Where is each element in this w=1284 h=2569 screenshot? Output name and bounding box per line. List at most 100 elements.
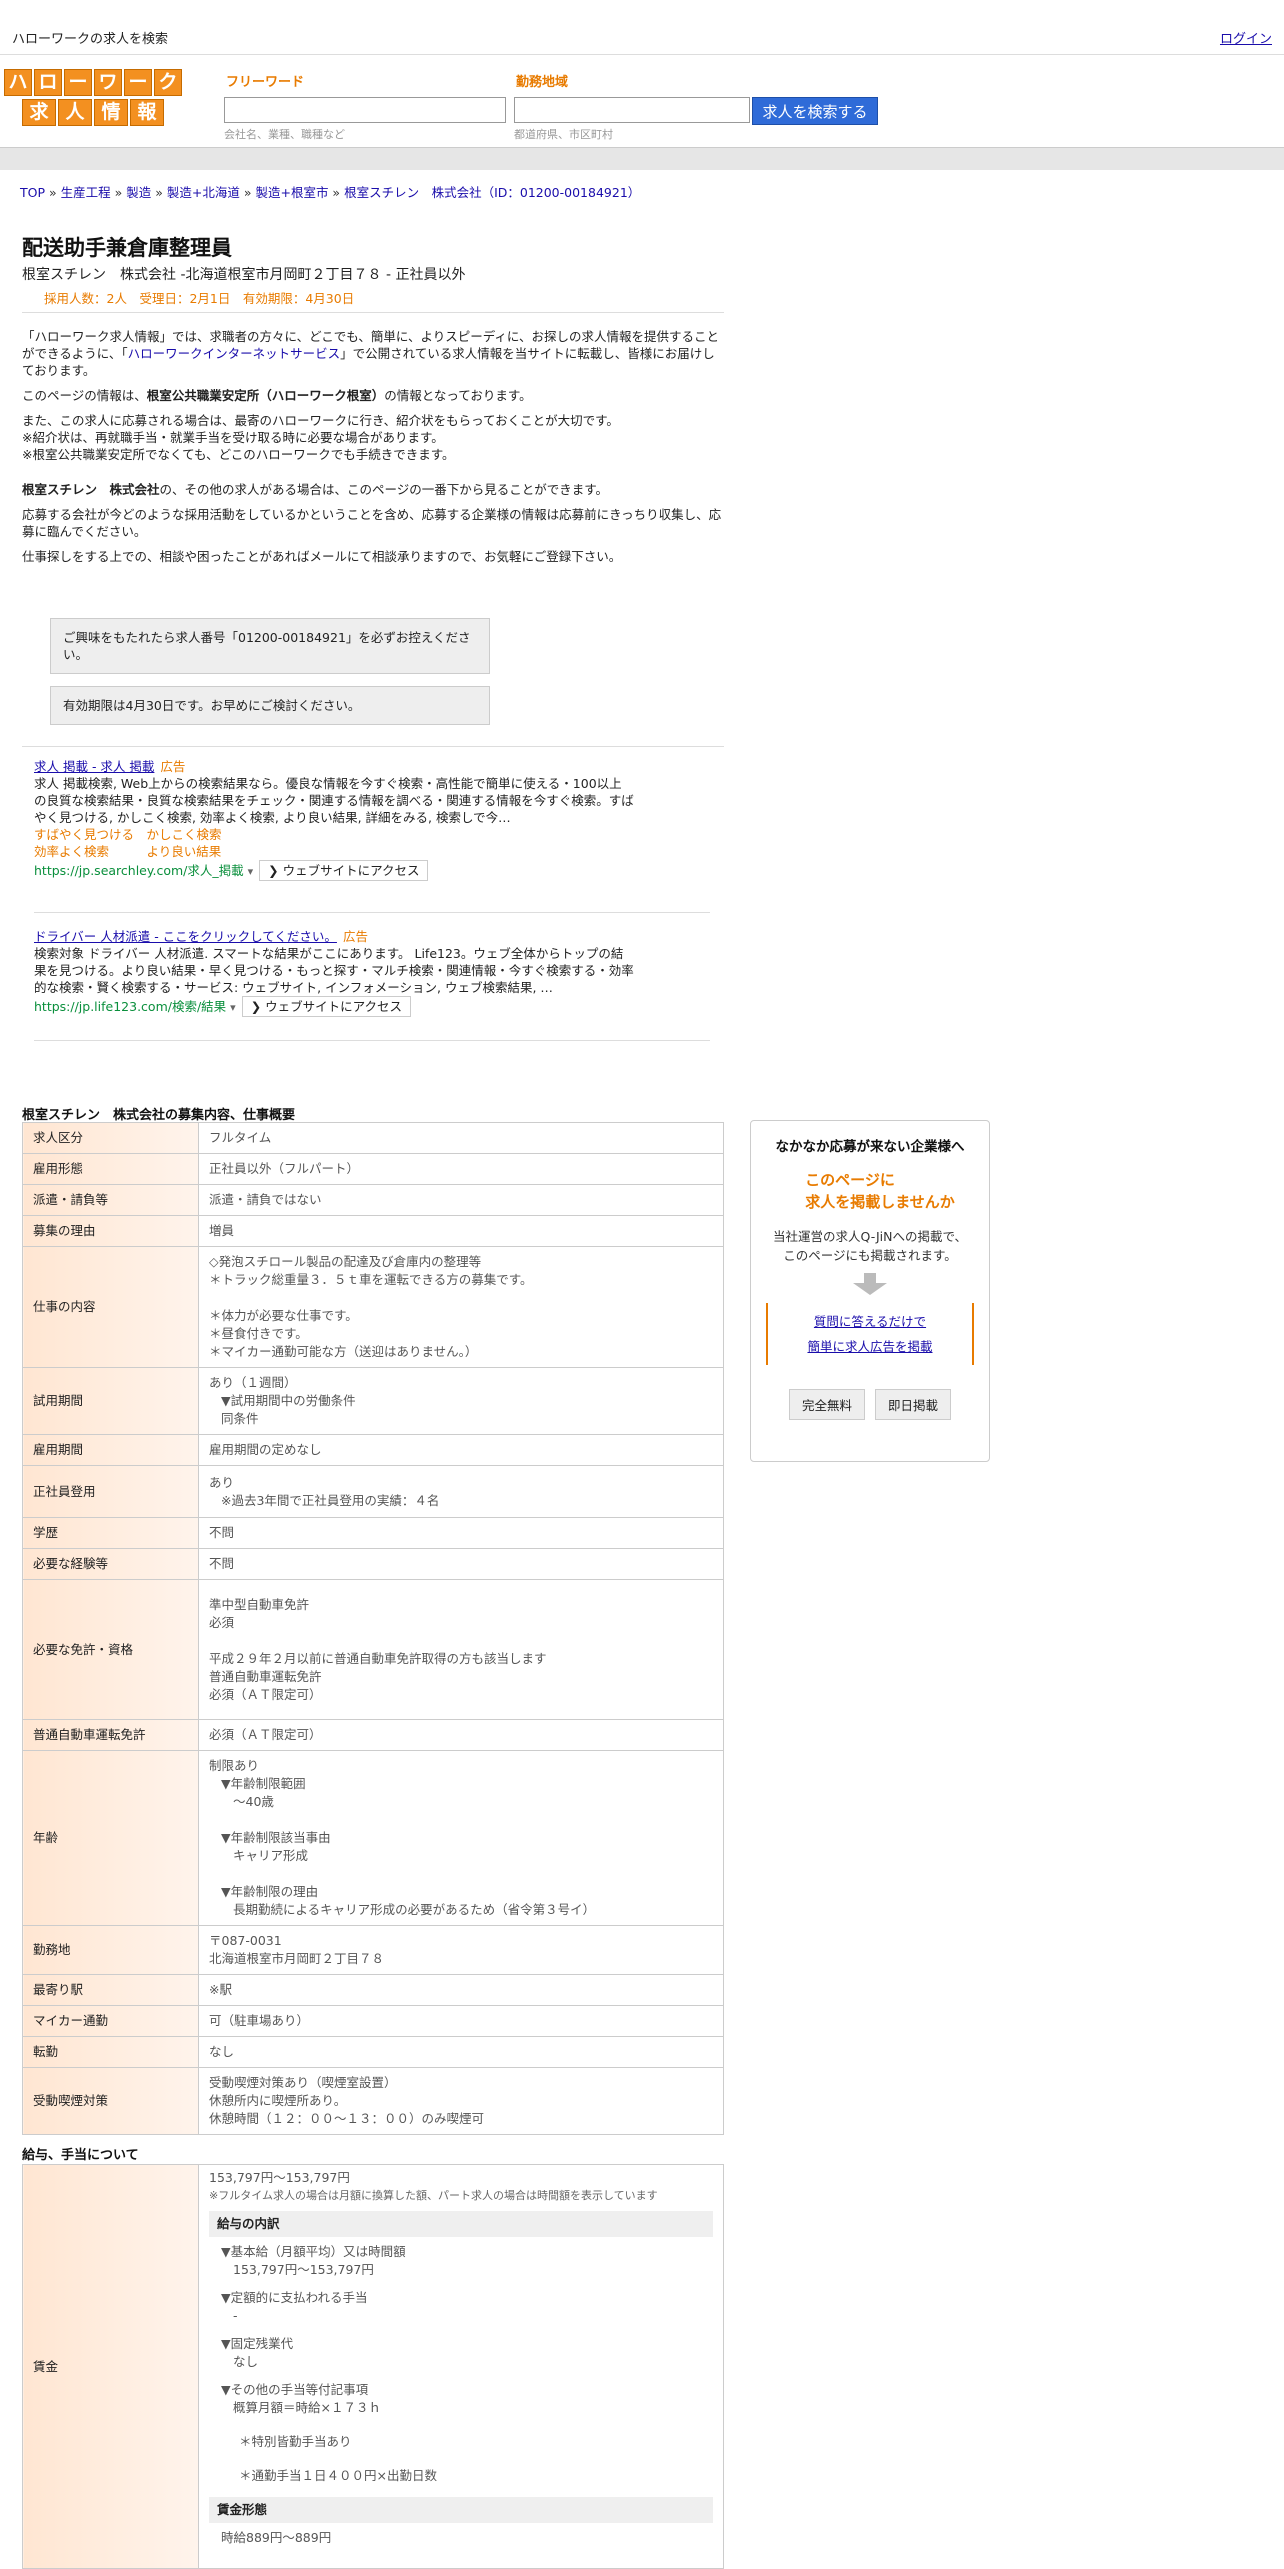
breadcrumb-link[interactable]: 生産工程 [61,185,111,200]
side-title: なかなか応募が来ない企業様へ [775,1139,965,1155]
gray-bar [0,147,1284,170]
row-label: 勤務地 [22,1925,199,1975]
chevron-right-icon: ❯ [268,863,283,878]
row-label: マイカー通勤 [22,2005,199,2037]
table-row: 学歴 不問 [22,1517,724,1549]
row-value: 制限あり ▼年齢制限範囲 〜40歳 ▼年齢制限該当事由 キャリア形成 ▼年齢制限の理由… [198,1750,724,1926]
row-value: 派遣・請負ではない [198,1184,724,1216]
job-header: 配送助手兼倉庫整理員 根室スチレン 株式会社 -北海道根室市月岡町２丁目７８ -… [22,232,722,307]
divider [22,746,724,747]
row-label: 派遣・請負等 [22,1184,199,1216]
header: ハ ロ ー ワ ー ク 求 人 情 報 フリーワード 会社名、業種、職種など 勤… [0,55,1284,147]
table-row: 求人区分 フルタイム [22,1122,724,1154]
top-bar: ハローワークの求人を検索 ログイン [0,0,1284,55]
ad-url[interactable]: https://jp.life123.com/検索/結果 [34,999,226,1014]
side-catch: このページに 求人を掲載しませんか [805,1171,955,1211]
breadcrumb-link[interactable]: 根室スチレン 株式会社（ID：01200-00184921） [344,185,640,200]
ad-sitelinks[interactable]: 効率よく検索 より良い結果 [34,843,634,860]
logo-char: 求 [22,99,56,126]
table-row: 必要な免許・資格 準中型自動車免許 必須 平成２９年２月以前に普通自動車免許取得の… [22,1579,724,1720]
row-value: 受動喫煙対策あり（喫煙室設置） 休憩所内に喫煙所あり。 休憩時間（１２：００～１３：… [198,2067,724,2135]
intro-p6: 仕事探しをする上での、相談や困ったことがあればメールにて相談承りますので、お気軽… [22,549,622,564]
table-row: 雇用形態 正社員以外（フルパート） [22,1153,724,1185]
keyword-hint: 会社名、業種、職種など [224,128,345,141]
table-row: 普通自動車運転免許 必須（ＡＴ限定可） [22,1719,724,1751]
ad-description: 検索対象 ドライバー 人材派遣. スマートな結果がここにあります。 Life12… [34,946,634,995]
visit-website-button[interactable]: ❯ ウェブサイトにアクセス [259,860,429,881]
job-meta: 採用人数：2人 受理日：2月1日 有効期限：4月30日 [44,291,355,306]
table-row: 賃金 153,797円〜153,797円 ※フルタイム求人の場合は月額に換算した… [22,2164,724,2569]
logo-char: ー [64,69,92,96]
job-title: 配送助手兼倉庫整理員 [22,236,232,260]
same-day-button[interactable]: 即日掲載 [875,1389,952,1420]
ad-block: 求人 掲載 - 求人 掲載 広告 求人 掲載検索, Web上からの検索結果なら。優… [34,758,634,881]
search-button[interactable]: 求人を検索する [752,97,878,125]
intro-text: 「ハローワーク求人情報」では、求職者の方々に、どこでも、簡単に、よりスピーディに… [22,328,722,573]
divider [34,912,710,913]
row-label: 試用期間 [22,1367,199,1435]
row-value: ※駅 [198,1974,724,2006]
row-value: 正社員以外（フルパート） [198,1153,724,1185]
salary-breakdown-head: 給与の内訳 [209,2211,713,2237]
breadcrumb-link[interactable]: 製造+根室市 [255,185,328,200]
visit-website-button[interactable]: ❯ ウェブサイトにアクセス [241,996,412,1017]
table-row: 派遣・請負等 派遣・請負ではない [22,1184,724,1216]
dropdown-arrow-icon[interactable]: ▾ [248,865,254,878]
ad-title-link[interactable]: 求人 掲載 - 求人 掲載 [34,759,154,774]
row-value: 必須（ＡＴ限定可） [198,1719,724,1751]
ad-url[interactable]: https://jp.searchley.com/求人_掲載 [34,863,244,878]
divider [34,1040,710,1041]
breadcrumb-link[interactable]: TOP [20,185,45,200]
row-value: あり（１週間） ▼試用期間中の労働条件 同条件 [198,1367,724,1435]
logo-char: ハ [4,69,32,96]
row-label: 求人区分 [22,1122,199,1154]
ad-sitelinks[interactable]: すばやく見つける かしこく検索 [34,826,634,843]
table-row: 必要な経験等 不問 [22,1548,724,1580]
table-row: マイカー通勤 可（駐車場あり） [22,2005,724,2037]
logo-char: 情 [94,99,128,126]
free-button[interactable]: 完全無料 [788,1389,865,1420]
row-value: なし [198,2036,724,2068]
row-value: 不問 [198,1517,724,1549]
breadcrumb-link[interactable]: 製造 [126,185,151,200]
site-logo[interactable]: ハ ロ ー ワ ー ク 求 人 情 報 [4,69,182,129]
intro-p5: 応募する会社が今どのような採用活動をしているかということを含め、応募する企業様の… [22,507,722,539]
breadcrumb-link[interactable]: 製造+北海道 [167,185,240,200]
hellowork-link[interactable]: ハローワークインターネットサービス [128,346,341,361]
section-title-recruit: 根室スチレン 株式会社の募集内容、仕事概要 [22,1108,296,1123]
row-label: 募集の理由 [22,1215,199,1247]
row-value: 153,797円〜153,797円 ※フルタイム求人の場合は月額に換算した額、パ… [198,2164,724,2569]
row-value: 〒087-0031 北海道根室市月岡町２丁目７８ [198,1925,724,1975]
row-value: あり ※過去3年間で正社員登用の実績：４名 [198,1465,724,1518]
area-label: 勤務地域 [516,75,569,90]
notice-job-number: ご興味をもたれたら求人番号「01200-00184921」を必ずお控えください。 [50,618,490,674]
keyword-search: フリーワード 会社名、業種、職種など [224,75,506,142]
ad-block: ドライバー 人材派遣 - ここをクリックしてください。 広告 検索対象 ドライバー… [34,928,634,1017]
intro-p1: 「ハローワーク求人情報」では、求職者の方々に、どこでも、簡単に、よりスピーディに… [22,329,720,378]
row-value: 雇用期間の定めなし [198,1434,724,1466]
ad-title-link[interactable]: ドライバー 人材派遣 - ここをクリックしてください。 [34,929,337,944]
job-subtitle: 根室スチレン 株式会社 -北海道根室市月岡町２丁目７８ - 正社員以外 [22,267,466,283]
table-row: 最寄り駅 ※駅 [22,1974,724,2006]
row-label: 普通自動車運転免許 [22,1719,199,1751]
table-row: 仕事の内容 ◇発泡スチロール製品の配達及び倉庫内の整理等 ＊トラック総重量３．５ｔ… [22,1246,724,1368]
area-search: 勤務地域 都道府県、市区町村 [514,75,750,142]
side-link-question[interactable]: 質問に答えるだけで [814,1314,926,1329]
site-title: ハローワークの求人を検索 [12,32,169,47]
ad-badge: 広告 [342,929,368,944]
side-description: 当社運営の求人Q-JiNへの掲載で、 このページにも掲載されます。 [773,1229,967,1263]
ad-description: 求人 掲載検索, Web上からの検索結果なら。優良な情報を今すぐ検索・高性能で簡… [34,776,634,825]
advertise-sidebox: なかなか応募が来ない企業様へ このページに 求人を掲載しませんか 当社運営の求人… [750,1120,990,1462]
row-label: 学歴 [22,1517,199,1549]
chevron-right-icon: ❯ [250,999,266,1014]
keyword-input[interactable] [224,97,506,123]
area-input[interactable] [514,97,750,123]
dropdown-arrow-icon[interactable]: ▾ [230,1001,236,1014]
breadcrumb: TOP » 生産工程 » 製造 » 製造+北海道 » 製造+根室市 » 根室スチ… [20,185,641,200]
divider [22,312,724,313]
table-row: 募集の理由 増員 [22,1215,724,1247]
login-link[interactable]: ログイン [1220,28,1272,47]
row-value: 増員 [198,1215,724,1247]
side-link-post[interactable]: 簡単に求人広告を掲載 [807,1339,932,1354]
row-label: 賃金 [22,2164,199,2569]
